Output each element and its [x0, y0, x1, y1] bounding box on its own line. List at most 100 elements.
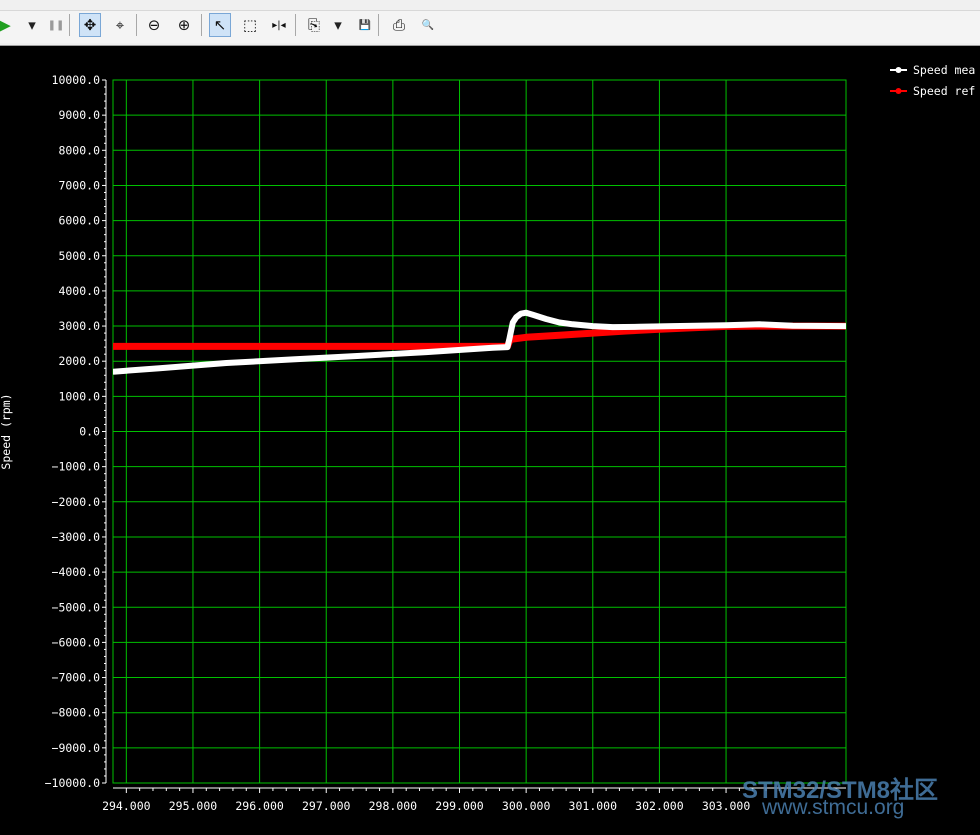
data-point-speed-measured: [523, 310, 529, 316]
data-point-speed-reference: [223, 343, 229, 350]
data-point-speed-measured: [356, 353, 363, 359]
box-select-icon: ⬚: [242, 16, 258, 34]
zoom-out-button[interactable]: ⊖: [143, 13, 165, 37]
print-preview-icon: 🔍: [421, 19, 435, 31]
data-point-speed-reference: [403, 343, 409, 350]
copy-icon: ⎘: [307, 16, 320, 34]
toolbar-separator: [378, 14, 379, 36]
legend-label: Speed ref: [913, 84, 975, 98]
chart-area: 10000.0 9000.0 8000.0 7000.0 6000.0 5000.0 400…: [0, 46, 980, 831]
y-tick-label: 0.0: [79, 425, 100, 439]
data-point-speed-measured: [510, 319, 516, 326]
data-point-speed-measured: [530, 312, 536, 318]
data-point-speed-measured: [223, 360, 229, 366]
run-dropdown-icon: ▾: [28, 16, 36, 34]
x-tick-label: 297.000: [302, 799, 351, 813]
data-point-speed-reference: [113, 343, 116, 350]
cursor-measure-button[interactable]: ▸|◂: [268, 13, 290, 37]
zoom-in-icon: ⊕: [177, 16, 191, 34]
y-tick-label: −10000.0: [45, 776, 100, 790]
toolbar-separator: [136, 14, 137, 36]
data-point-speed-measured: [290, 356, 296, 363]
y-tick-label: −3000.0: [52, 530, 101, 544]
print-button[interactable]: ⎙: [388, 13, 410, 37]
data-point-speed-measured: [490, 345, 496, 351]
box-select-button[interactable]: ⬚: [239, 13, 261, 37]
legend-swatch-marker: [895, 67, 902, 73]
data-point-speed-reference: [356, 343, 363, 350]
data-point-speed-measured: [636, 324, 643, 330]
x-tick-label: 295.000: [169, 799, 218, 813]
zoom-fit-icon: ⌖: [115, 16, 125, 34]
data-point-speed-reference: [423, 343, 429, 350]
data-point-speed-reference: [157, 343, 163, 350]
copy-dropdown-button[interactable]: ▾: [327, 13, 349, 37]
data-point-speed-measured: [113, 369, 116, 375]
y-tick-label: 2000.0: [58, 354, 100, 368]
run-dropdown-button[interactable]: ▾: [21, 13, 43, 37]
save-button[interactable]: 💾: [354, 13, 376, 37]
x-tick-label: 296.000: [235, 799, 284, 813]
print-preview-button[interactable]: 🔍: [417, 13, 439, 37]
data-point-speed-measured: [610, 324, 616, 330]
select-pointer-button[interactable]: ↖: [209, 13, 231, 37]
run-icon: ▶: [0, 16, 11, 34]
data-point-speed-measured: [556, 319, 563, 326]
pan-icon: ✥: [83, 16, 97, 34]
toolbar: ▶ ▾ ❚❚ ✥ ⌖ ⊖ ⊕ ↖ ⬚ ▸|◂ ⎘ ▾ 💾 ⎙ 🔍: [0, 0, 980, 46]
pause-button[interactable]: ❚❚: [45, 13, 67, 37]
data-point-speed-reference: [290, 343, 296, 350]
data-point-speed-measured: [423, 349, 429, 355]
data-point-speed-measured: [157, 365, 163, 371]
data-point-speed-measured: [670, 323, 676, 329]
data-point-speed-measured: [843, 323, 846, 329]
toolbar-separator: [295, 14, 296, 36]
data-point-speed-measured: [790, 323, 796, 329]
x-tick-label: 294.000: [102, 799, 151, 813]
data-point-speed-measured: [543, 316, 549, 322]
y-tick-label: −8000.0: [52, 706, 101, 720]
y-tick-label: 6000.0: [58, 214, 100, 228]
data-point-speed-measured: [506, 335, 513, 341]
y-tick-label: 10000.0: [52, 73, 101, 87]
pan-button[interactable]: ✥: [79, 13, 101, 37]
select-pointer-icon: ↖: [213, 16, 227, 34]
save-icon: 💾: [358, 19, 372, 31]
cursor-measure-icon: ▸|◂: [272, 19, 286, 31]
x-tick-label: 298.000: [369, 799, 418, 813]
y-tick-label: 7000.0: [58, 178, 100, 192]
data-point-speed-measured: [570, 321, 576, 327]
y-tick-label: 9000.0: [58, 108, 100, 122]
y-tick-label: 8000.0: [58, 143, 100, 157]
y-tick-label: −2000.0: [52, 495, 101, 509]
data-point-speed-measured: [756, 321, 762, 327]
data-point-speed-reference: [556, 332, 563, 338]
speed-chart: 10000.0 9000.0 8000.0 7000.0 6000.0 5000.0 400…: [0, 63, 975, 813]
data-point-speed-measured: [504, 344, 511, 350]
data-point-speed-reference: [523, 334, 529, 340]
data-point-speed-reference: [590, 330, 596, 336]
y-axis-label: Speed (rpm): [0, 393, 13, 469]
pause-icon: ❚❚: [47, 19, 65, 31]
toolbar-separator: [201, 14, 202, 36]
y-tick-label: 5000.0: [58, 249, 100, 263]
copy-button[interactable]: ⎘: [303, 13, 325, 37]
zoom-in-button[interactable]: ⊕: [173, 13, 195, 37]
x-tick-label: 300.000: [502, 799, 551, 813]
zoom-fit-button[interactable]: ⌖: [109, 13, 131, 37]
copy-dropdown-icon: ▾: [334, 16, 342, 34]
y-tick-label: −1000.0: [52, 460, 101, 474]
run-button[interactable]: ▶: [0, 13, 16, 37]
print-icon: ⎙: [392, 16, 405, 34]
watermark-url: www.stmcu.org: [762, 796, 905, 819]
x-tick-label: 301.000: [569, 799, 618, 813]
data-point-speed-measured: [590, 323, 596, 329]
toolbar-separator: [69, 14, 70, 36]
data-point-speed-measured: [513, 314, 519, 320]
data-point-speed-measured: [518, 311, 524, 317]
y-tick-label: 4000.0: [58, 284, 100, 298]
y-tick-label: −9000.0: [52, 741, 101, 755]
y-tick-label: −4000.0: [52, 565, 101, 579]
y-tick-label: 3000.0: [58, 319, 100, 333]
y-tick-label: 1000.0: [58, 389, 100, 403]
